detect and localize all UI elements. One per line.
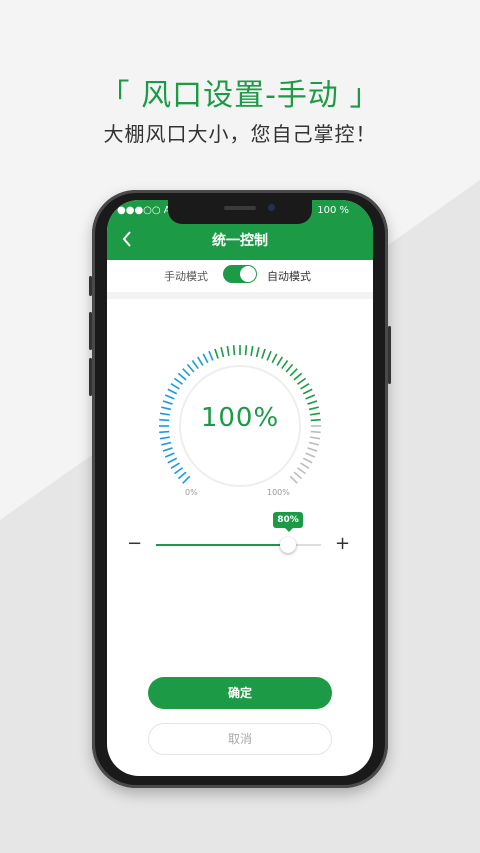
gauge-tick xyxy=(307,447,318,452)
mode-toggle[interactable] xyxy=(223,265,257,283)
gauge-tick xyxy=(164,452,175,458)
phone-volume-up xyxy=(89,312,92,350)
gauge-tick xyxy=(300,462,310,470)
front-camera xyxy=(268,204,275,211)
phone-mute-switch xyxy=(89,276,92,296)
phone-notch xyxy=(168,200,312,224)
gauge-tick xyxy=(182,368,191,377)
gauge-tick xyxy=(170,462,180,470)
gauge-tick xyxy=(305,394,316,400)
gauge-tick xyxy=(302,457,313,464)
gauge-tick xyxy=(232,345,236,356)
gauge-tick xyxy=(308,441,319,446)
page-title: 统一控制 xyxy=(212,233,268,249)
speaker-grille xyxy=(224,206,256,210)
gauge-max-label: 100% xyxy=(267,488,290,497)
gauge-tick xyxy=(186,363,195,373)
gauge-tick xyxy=(177,471,187,480)
gauge-tick xyxy=(250,345,254,356)
gauge-tick xyxy=(255,347,260,358)
gauge-tick xyxy=(266,350,272,361)
gauge-tick xyxy=(302,388,313,395)
promo-headline: 「 风口设置-手动 」 xyxy=(99,78,381,113)
auto-mode-label[interactable]: 自动模式 xyxy=(267,268,311,284)
increase-button[interactable]: + xyxy=(335,535,350,553)
gauge-tick xyxy=(196,356,204,366)
gauge-tick xyxy=(285,363,294,373)
gauge-tick xyxy=(296,467,307,475)
gauge-tick xyxy=(191,359,199,370)
gauge-tick xyxy=(281,359,289,370)
gauge-tick xyxy=(293,471,303,480)
gauge-tick xyxy=(289,475,298,484)
gauge-tick xyxy=(170,382,180,390)
manual-mode-label[interactable]: 手动模式 xyxy=(164,268,208,284)
promo-subline: 大棚风口大小，您自己掌控！ xyxy=(103,122,377,146)
decrease-button[interactable]: − xyxy=(127,535,142,553)
gauge-tick xyxy=(173,377,184,385)
gauge-tick xyxy=(177,372,187,381)
gauge-tick xyxy=(310,436,321,440)
slider-track[interactable] xyxy=(156,537,321,553)
gauge-tick xyxy=(244,345,248,356)
confirm-button[interactable]: 确定 xyxy=(148,677,332,709)
slider-thumb[interactable] xyxy=(280,537,296,553)
gauge-tick xyxy=(276,356,284,366)
phone-volume-down xyxy=(89,358,92,396)
gauge-tick xyxy=(202,353,209,364)
gauge-tick xyxy=(167,388,178,395)
gauge-tick xyxy=(305,452,316,458)
gauge-tick xyxy=(182,475,191,484)
gauge-tick xyxy=(293,372,303,381)
gauge-tick xyxy=(296,377,307,385)
gauge-tick xyxy=(161,441,172,446)
gauge-tick xyxy=(167,457,178,464)
mode-selector: 手动模式 自动模式 xyxy=(107,260,373,292)
gauge-min-label: 0% xyxy=(185,488,198,497)
gauge-value: 100% xyxy=(200,403,280,433)
gauge-tick xyxy=(159,436,170,440)
slider-value-tooltip: 80% xyxy=(273,512,303,532)
gauge-tick xyxy=(300,382,310,390)
gauge-tick xyxy=(173,467,184,475)
gauge-tick xyxy=(271,353,278,364)
gauge-tick xyxy=(226,345,230,356)
slider-fill xyxy=(156,544,288,546)
gauge-tick xyxy=(261,348,266,359)
section-divider xyxy=(107,292,373,299)
phone-power-button xyxy=(388,326,391,384)
gauge-tick xyxy=(162,447,173,452)
toggle-knob xyxy=(240,266,256,282)
gauge-tick xyxy=(220,347,225,358)
cancel-button[interactable]: 取消 xyxy=(148,723,332,755)
battery-level: 100 % xyxy=(317,205,349,216)
gauge-tick xyxy=(214,348,219,359)
phone-screen: ●●●○○ Apple 100 % 统一控制 手动模式 自动模式 100% 0%… xyxy=(107,200,373,776)
gauge-tick xyxy=(289,368,298,377)
gauge-tick xyxy=(208,350,214,361)
gauge-tick xyxy=(164,394,175,400)
nav-bar: 统一控制 xyxy=(107,222,373,260)
